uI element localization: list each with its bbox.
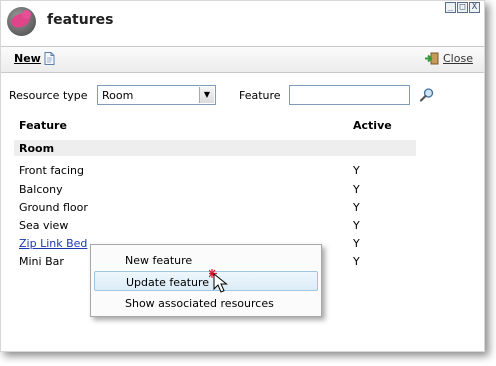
feature-search-input[interactable] — [289, 85, 410, 105]
active-value: Y — [353, 201, 360, 214]
active-value: Y — [353, 164, 360, 177]
table-row[interactable]: Front facing Y — [19, 163, 419, 179]
menu-item-label: Update feature — [126, 276, 210, 289]
toolbar: New Close — [1, 46, 484, 73]
feature-name: Ground floor — [19, 201, 88, 214]
active-value: Y — [353, 237, 360, 250]
search-icon[interactable] — [419, 87, 435, 103]
column-header-feature[interactable]: Feature — [19, 119, 67, 132]
active-value: Y — [353, 255, 360, 268]
active-value: Y — [353, 219, 360, 232]
active-value: Y — [353, 183, 360, 196]
feature-label: Feature — [239, 89, 281, 102]
table-row[interactable]: Sea view Y — [19, 218, 419, 234]
title-bar: features _ □ X — [1, 1, 484, 45]
features-window: features _ □ X New Close Resource type R… — [0, 0, 485, 352]
feature-name: Mini Bar — [19, 255, 64, 268]
menu-item-show-associated-resources[interactable]: Show associated resources — [94, 293, 318, 313]
dropdown-arrow-icon[interactable]: ▼ — [199, 87, 214, 103]
menu-item-label: Show associated resources — [125, 297, 274, 310]
window-controls: _ □ X — [445, 2, 480, 13]
table-row[interactable]: Ground floor Y — [19, 200, 419, 216]
resource-type-select[interactable]: Room ▼ — [97, 85, 216, 105]
close-button[interactable]: Close — [443, 52, 473, 65]
menu-item-new-feature[interactable]: New feature — [94, 250, 318, 270]
mouse-pointer-icon — [209, 269, 228, 293]
window-title: features — [47, 12, 114, 28]
table-row[interactable]: Balcony Y — [19, 182, 419, 198]
new-document-icon[interactable] — [44, 52, 55, 65]
feature-name-link[interactable]: Zip Link Bed — [19, 237, 87, 250]
close-door-icon[interactable] — [424, 52, 440, 65]
resource-type-value: Room — [102, 89, 134, 102]
feature-name: Sea view — [19, 219, 69, 232]
menu-item-label: New feature — [125, 254, 193, 267]
maximize-button[interactable]: □ — [457, 2, 468, 13]
app-logo-icon — [7, 7, 36, 36]
context-menu: New feature Update feature Show associat… — [90, 244, 322, 317]
feature-name: Front facing — [19, 164, 84, 177]
group-label: Room — [19, 142, 55, 155]
close-window-button[interactable]: X — [469, 2, 480, 13]
feature-name: Balcony — [19, 183, 63, 196]
filter-bar: Resource type Room ▼ Feature — [1, 84, 484, 108]
column-header-active[interactable]: Active — [353, 119, 392, 132]
menu-item-update-feature[interactable]: Update feature — [94, 271, 318, 291]
new-button-label: New — [14, 52, 41, 65]
new-button[interactable]: New — [14, 52, 41, 65]
group-header-room: Room — [14, 140, 416, 156]
minimize-button[interactable]: _ — [445, 2, 456, 13]
resource-type-label: Resource type — [9, 89, 88, 102]
